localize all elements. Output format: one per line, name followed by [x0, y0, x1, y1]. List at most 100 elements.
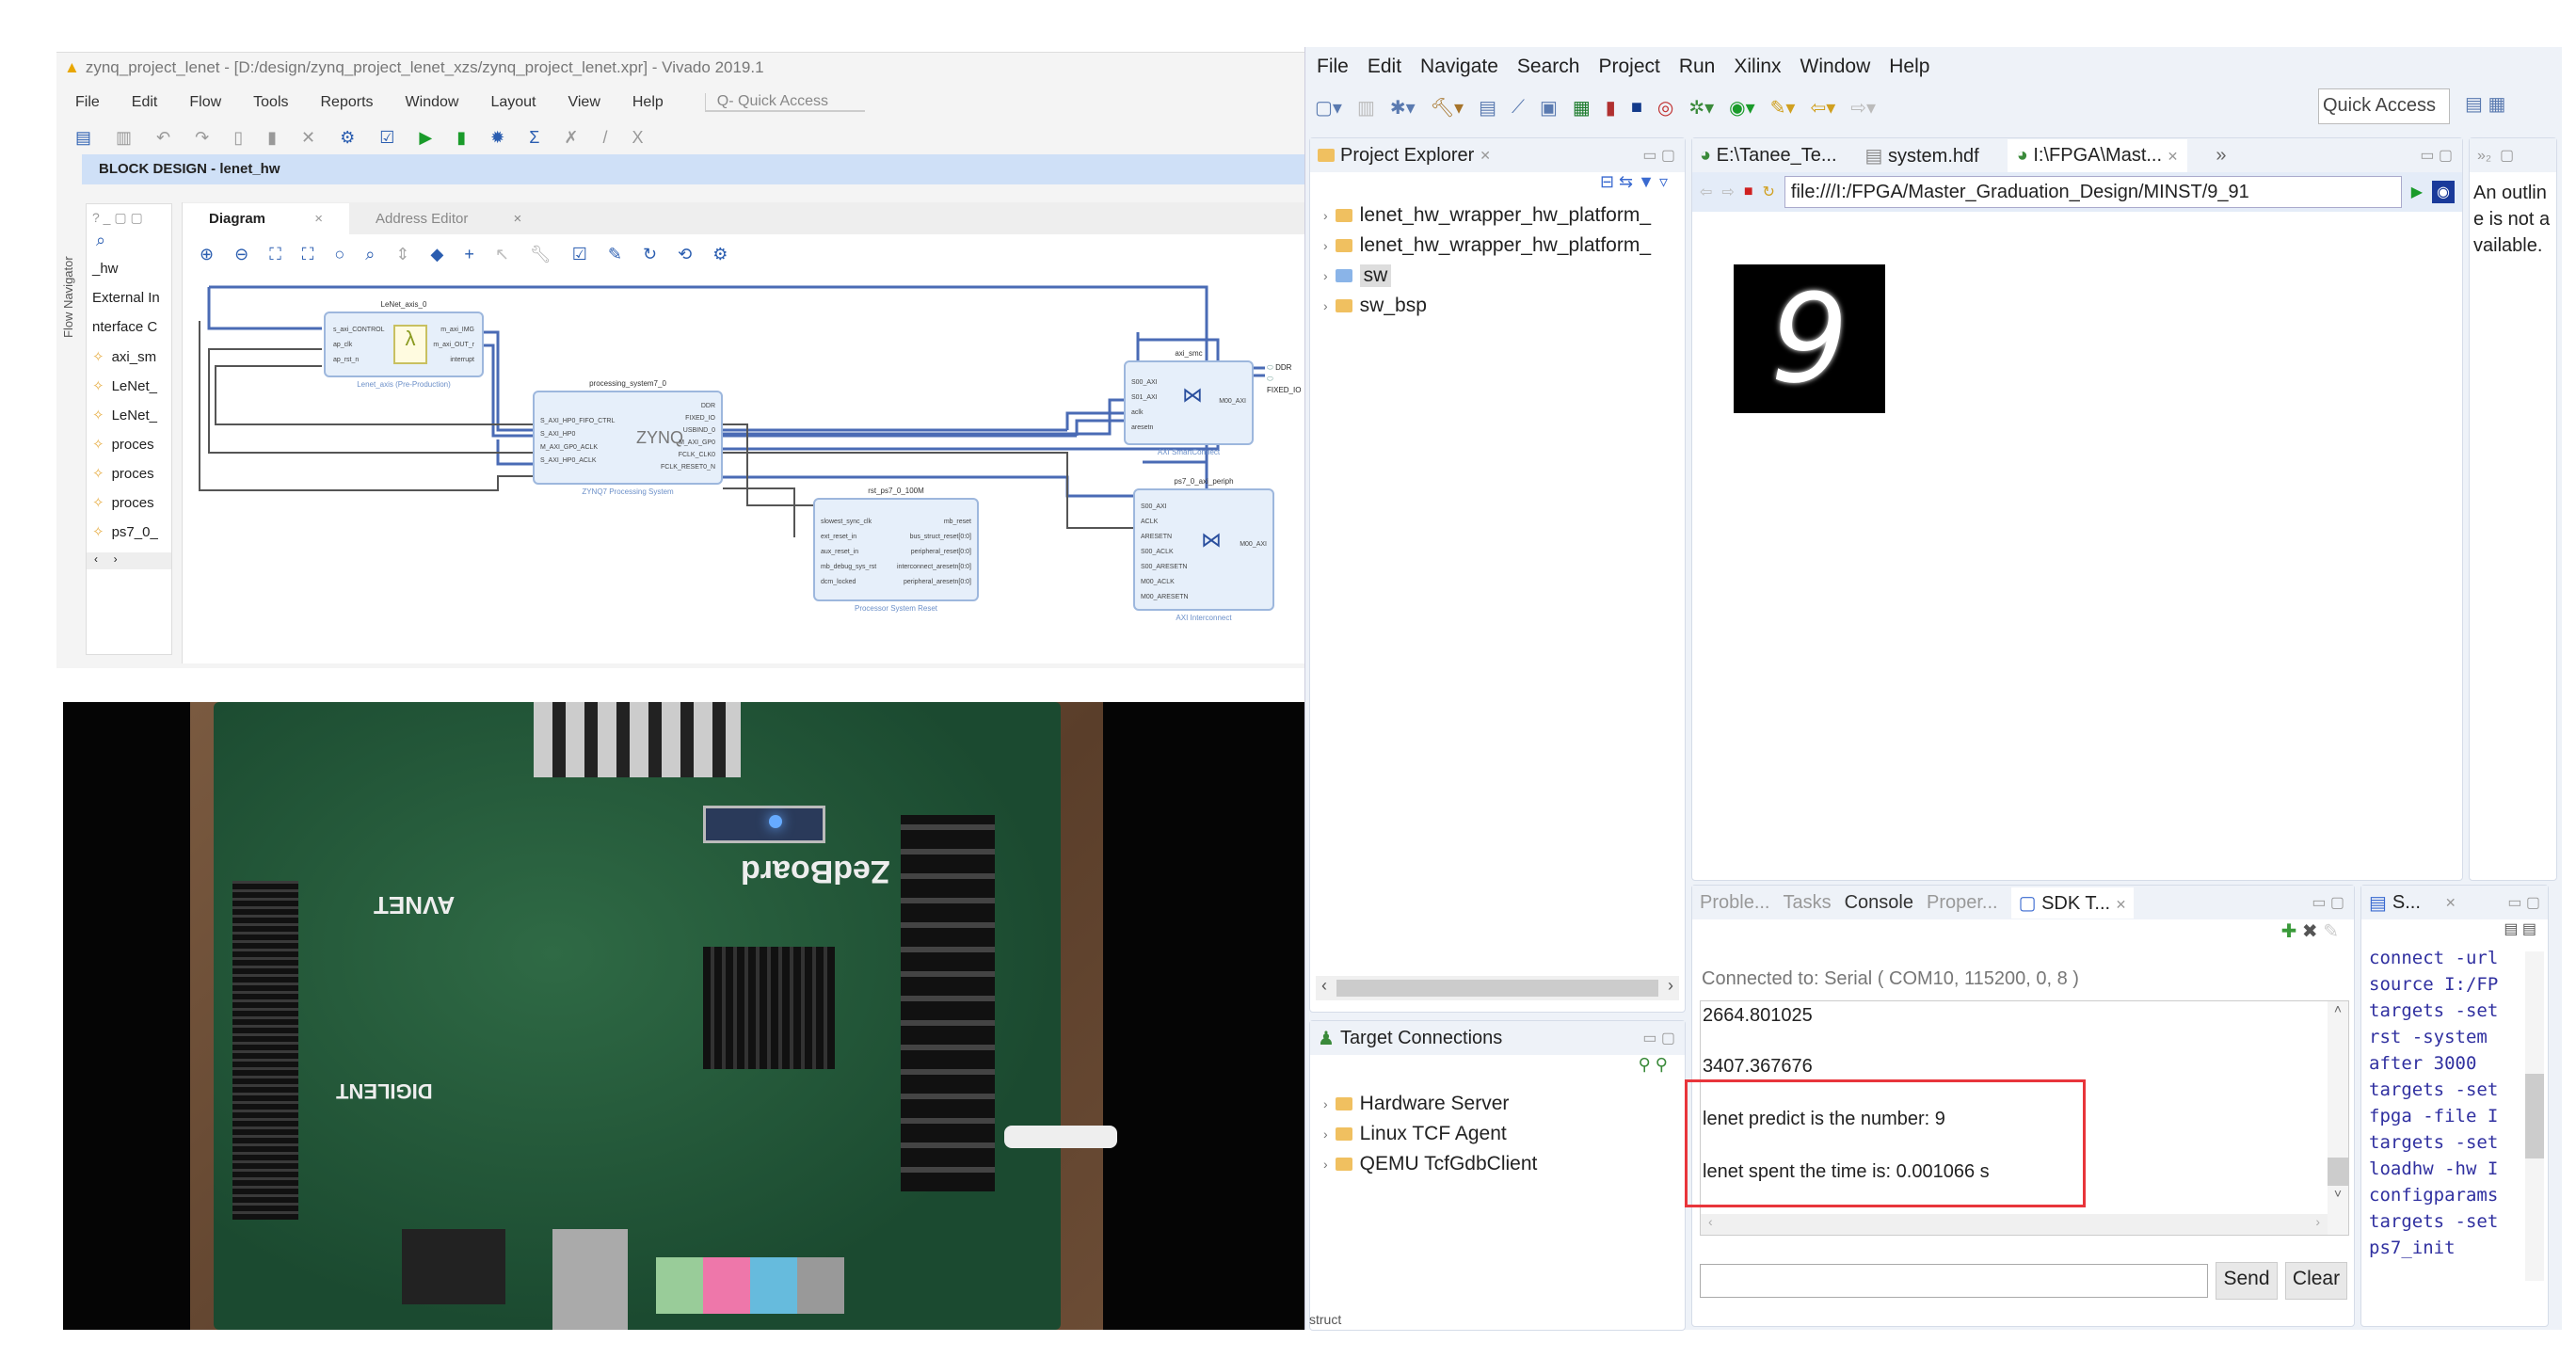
- minimize-maximize-icon[interactable]: ▭ ▢: [2507, 893, 2540, 912]
- refresh-icon[interactable]: ↻: [1762, 183, 1774, 201]
- quick-access-input[interactable]: Quick Access: [2318, 88, 2450, 124]
- chip-icon[interactable]: ▦: [1573, 96, 1591, 120]
- clear-button[interactable]: Clear: [2285, 1262, 2347, 1300]
- external-port-fixed-io[interactable]: ⬭ FIXED_IO: [1267, 374, 1305, 396]
- new-icon[interactable]: ▢▾: [1315, 96, 1342, 120]
- terminal-icon[interactable]: ▣: [1540, 96, 1558, 120]
- tree-item-sw-bsp[interactable]: › sw_bsp: [1310, 291, 1685, 321]
- xsct-icon[interactable]: ⟋: [1512, 97, 1525, 119]
- forward-icon[interactable]: ⇨: [1721, 183, 1734, 201]
- tab-fpga-browser[interactable]: ◕ I:\FPGA\Mast... ✕: [2007, 138, 2188, 172]
- source-item[interactable]: _hw: [87, 261, 171, 290]
- menu-xilinx[interactable]: Xilinx: [1734, 56, 1781, 78]
- panel-title[interactable]: Project Explorer: [1340, 145, 1474, 167]
- tab-problems[interactable]: Proble...: [1700, 892, 1769, 914]
- paste-icon[interactable]: ▮: [267, 128, 277, 148]
- debug-icon[interactable]: ✱▾: [1390, 96, 1416, 120]
- target-icon[interactable]: ◎: [1657, 96, 1673, 120]
- horizontal-scrollbar[interactable]: ‹ ›: [87, 552, 171, 569]
- close-icon[interactable]: X: [632, 128, 644, 148]
- flow-navigator-tab[interactable]: Flow Navigator: [61, 222, 82, 373]
- pen-icon[interactable]: /: [602, 128, 607, 148]
- explorer-toolbar[interactable]: ⊟ ⇆ ▼ ▿: [1310, 172, 1685, 200]
- tab-console[interactable]: Console: [1845, 892, 1913, 914]
- tool-icon[interactable]: ✗: [564, 128, 578, 148]
- zoom-out-icon[interactable]: ⊖: [234, 245, 248, 264]
- run-icon[interactable]: ▶: [419, 128, 432, 148]
- fit-icon[interactable]: ⛶: [269, 245, 281, 264]
- browser-icon[interactable]: ◉: [2432, 181, 2455, 203]
- close-icon[interactable]: ×: [301, 203, 336, 234]
- fit-selection-icon[interactable]: ⛶: [302, 245, 314, 264]
- send-button[interactable]: Send: [2216, 1262, 2278, 1300]
- back-icon[interactable]: ⇦▾: [1810, 96, 1835, 120]
- book-icon[interactable]: ▮: [1606, 96, 1616, 120]
- vertical-scrollbar[interactable]: [2525, 951, 2544, 1281]
- new-connection-icon[interactable]: ⚲ ⚲: [1310, 1055, 1685, 1089]
- source-item[interactable]: ✧ LeNet_: [87, 407, 171, 436]
- copy-icon[interactable]: ▯: [233, 128, 243, 148]
- delete-icon[interactable]: ✕: [301, 128, 315, 148]
- program-icon[interactable]: ▮: [456, 128, 466, 148]
- pointer-icon[interactable]: ↖: [495, 245, 509, 264]
- source-item[interactable]: ✧ axi_sm: [87, 348, 171, 377]
- program-fpga-icon[interactable]: ▤: [1479, 96, 1496, 120]
- reset-block[interactable]: rst_ps7_0_100M slowest_sync_clk ext_reset…: [813, 487, 979, 613]
- tree-item-hardware-server[interactable]: › Hardware Server: [1310, 1089, 1685, 1119]
- horizontal-scrollbar[interactable]: ‹ ›: [1316, 976, 1679, 1000]
- tree-item-linux-tcf-agent[interactable]: › Linux TCF Agent: [1310, 1119, 1685, 1149]
- outline-header[interactable]: »₂ ▢: [2470, 138, 2556, 172]
- regenerate-icon[interactable]: ⟲: [678, 245, 692, 264]
- horizontal-scrollbar[interactable]: ‹ ›: [1701, 1214, 2328, 1235]
- wrench-icon[interactable]: 🔧︎: [530, 245, 552, 264]
- source-item[interactable]: nterface C: [87, 319, 171, 348]
- tab-sdk-terminal[interactable]: ▢ SDK T... ✕: [2010, 887, 2135, 919]
- minimize-maximize-icon[interactable]: ▭ ▢: [2420, 146, 2453, 165]
- menu-navigate[interactable]: Navigate: [1420, 56, 1498, 78]
- redo-icon[interactable]: ↷: [195, 128, 209, 148]
- menu-search[interactable]: Search: [1517, 56, 1580, 78]
- lenet-axis-block[interactable]: LeNet_axis_0 s_axi_CONTROL ap_clk ap_rst_n…: [324, 300, 484, 389]
- add-ip-icon[interactable]: +: [464, 245, 474, 264]
- collapse-icon[interactable]: ◆: [430, 245, 443, 264]
- source-item[interactable]: ✧ proces: [87, 465, 171, 494]
- zoom-in-icon[interactable]: ⊕: [200, 245, 214, 264]
- source-item[interactable]: ✧ proces: [87, 436, 171, 465]
- tree-item-hw-platform[interactable]: › lenet_hw_wrapper_hw_platform_: [1310, 200, 1685, 231]
- tree-item-hw-platform[interactable]: › lenet_hw_wrapper_hw_platform_: [1310, 231, 1685, 261]
- back-icon[interactable]: ⇦: [1700, 183, 1712, 201]
- tab-label[interactable]: S...: [2392, 892, 2421, 914]
- menu-help[interactable]: Help: [1889, 56, 1929, 78]
- external-port-ddr[interactable]: ⬭ DDR: [1267, 362, 1305, 374]
- source-item[interactable]: ✧ ps7_0_: [87, 523, 171, 552]
- terminal-input[interactable]: [1700, 1264, 2208, 1298]
- menu-view[interactable]: View: [568, 94, 600, 111]
- tab-diagram[interactable]: Diagram ×: [183, 202, 349, 234]
- forward-icon[interactable]: ⇨▾: [1850, 96, 1876, 120]
- menu-window[interactable]: Window: [1800, 56, 1871, 78]
- console-icon[interactable]: ■: [1631, 97, 1642, 119]
- menu-flow[interactable]: Flow: [189, 94, 221, 111]
- tab-properties[interactable]: Proper...: [1927, 892, 1998, 914]
- minimize-maximize-icon[interactable]: ▭ ▢: [1642, 1029, 1675, 1047]
- tree-item-qemu[interactable]: › QEMU TcfGdbClient: [1310, 1149, 1685, 1179]
- validate-icon[interactable]: ☑: [572, 245, 587, 264]
- close-icon[interactable]: ✕: [2168, 149, 2179, 164]
- close-icon[interactable]: ✕: [2116, 897, 2127, 912]
- block-diagram-canvas[interactable]: LeNet_axis_0 s_axi_CONTROL ap_clk ap_rst_n…: [183, 274, 1305, 663]
- url-input[interactable]: file:///I:/FPGA/Master_Graduation_Design…: [1784, 176, 2402, 208]
- panel-title[interactable]: Target Connections: [1340, 1028, 1502, 1049]
- xsct-toolbar[interactable]: ▤ ▤: [2361, 919, 2548, 948]
- menu-project[interactable]: Project: [1598, 56, 1659, 78]
- perspective-icon[interactable]: ▤ ▦: [2465, 92, 2505, 116]
- menu-run[interactable]: Run: [1679, 56, 1716, 78]
- smartconnect-block[interactable]: axi_smc S00_AXI S01_AXI aclk aresetn ⋈ M00_…: [1124, 349, 1254, 456]
- source-item[interactable]: ✧ proces: [87, 494, 171, 523]
- menu-help[interactable]: Help: [632, 94, 664, 111]
- menu-edit[interactable]: Edit: [132, 94, 158, 111]
- gear-icon[interactable]: ✹: [490, 128, 504, 148]
- axi-interconnect-block[interactable]: ps7_0_axi_periph S00_AXI ACLK ARESETN S00_A…: [1133, 477, 1274, 622]
- tab-tanee[interactable]: ◕ E:\Tanee_Te...: [1700, 145, 1837, 167]
- settings-icon[interactable]: ⚙: [340, 128, 355, 148]
- go-icon[interactable]: ▶: [2411, 183, 2423, 201]
